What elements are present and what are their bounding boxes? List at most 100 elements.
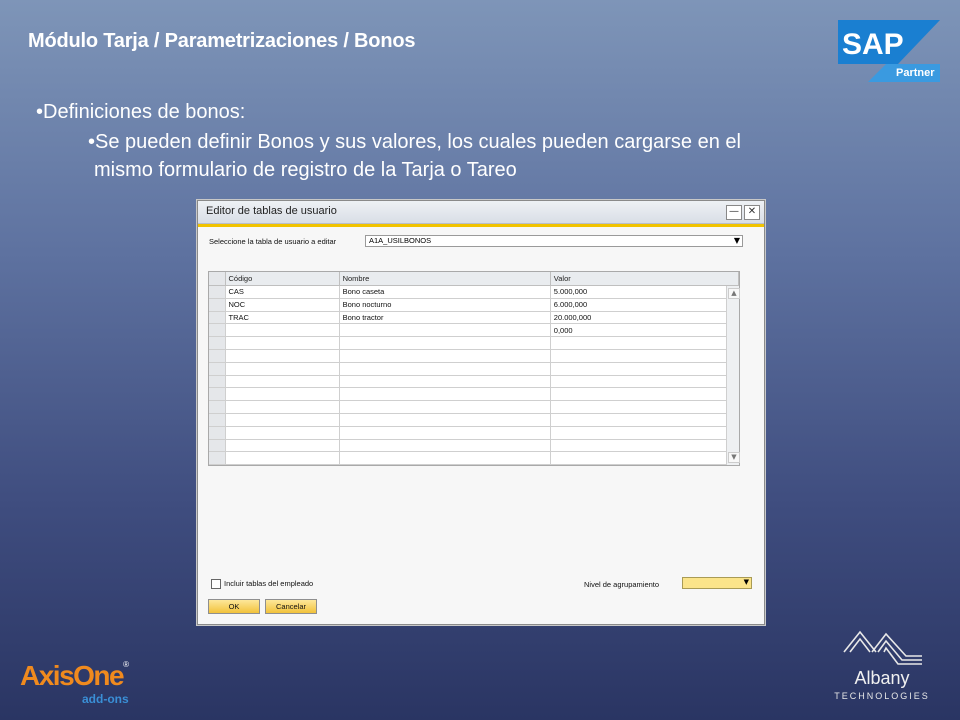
column-header-nombre[interactable]: Nombre: [339, 272, 551, 286]
cell-valor[interactable]: [550, 400, 740, 414]
row-header[interactable]: [209, 426, 226, 440]
row-header[interactable]: [209, 375, 226, 389]
cell-nombre[interactable]: Bono tractor: [339, 311, 551, 325]
user-table-editor-window: Editor de tablas de usuario — ✕ Seleccio…: [197, 200, 765, 625]
cell-codigo[interactable]: NOC: [225, 298, 340, 312]
axisone-name: AxisOne: [20, 660, 125, 691]
cell-codigo[interactable]: [225, 387, 340, 402]
cell-valor[interactable]: [550, 362, 740, 376]
cell-codigo[interactable]: TRAC: [225, 311, 340, 325]
cell-codigo[interactable]: [225, 413, 340, 427]
cancel-button[interactable]: Cancelar: [265, 599, 317, 614]
cell-nombre[interactable]: [339, 375, 551, 389]
axisone-logo: AxisOne® add-ons: [20, 660, 129, 706]
window-body: Seleccione la tabla de usuario a editar …: [198, 224, 764, 624]
cell-codigo[interactable]: CAS: [225, 285, 340, 299]
cell-valor[interactable]: [550, 349, 740, 363]
cell-valor[interactable]: [550, 413, 740, 427]
cell-nombre[interactable]: Bono nocturno: [339, 298, 551, 312]
row-header[interactable]: [209, 362, 226, 376]
grid-scrollbar[interactable]: ▲ ▼: [726, 286, 740, 465]
table-row[interactable]: [209, 336, 740, 350]
albany-mountain-icon: [843, 630, 922, 665]
cell-codigo[interactable]: [225, 375, 340, 389]
row-header[interactable]: [209, 413, 226, 427]
table-row[interactable]: [209, 426, 740, 440]
cell-codigo[interactable]: [225, 439, 340, 453]
cell-nombre[interactable]: [339, 387, 551, 402]
table-row[interactable]: [209, 400, 740, 414]
include-employee-tables-checkbox[interactable]: [211, 579, 221, 589]
table-row[interactable]: 0,000: [209, 323, 740, 338]
close-button[interactable]: ✕: [744, 205, 760, 220]
row-header[interactable]: [209, 451, 226, 466]
cell-nombre[interactable]: [339, 426, 551, 440]
slide-title: Módulo Tarja / Parametrizaciones / Bonos: [28, 30, 416, 52]
cell-codigo[interactable]: [225, 451, 340, 466]
scroll-down-icon[interactable]: ▼: [728, 452, 740, 463]
row-header-corner: [209, 272, 226, 286]
svg-text:Partner: Partner: [896, 67, 935, 79]
ok-button[interactable]: OK: [208, 599, 260, 614]
window-titlebar[interactable]: Editor de tablas de usuario — ✕: [198, 201, 764, 224]
cell-nombre[interactable]: [339, 323, 551, 338]
cell-valor[interactable]: [550, 451, 740, 466]
row-header[interactable]: [209, 400, 226, 414]
cell-nombre[interactable]: [339, 439, 551, 453]
table-row[interactable]: [209, 451, 740, 466]
row-header[interactable]: [209, 285, 226, 299]
table-row[interactable]: [209, 375, 740, 389]
cell-valor[interactable]: [550, 336, 740, 350]
cell-codigo[interactable]: [225, 400, 340, 414]
cell-nombre[interactable]: [339, 451, 551, 466]
cell-valor[interactable]: [550, 439, 740, 453]
cell-codigo[interactable]: [225, 426, 340, 440]
bullet-definitions: •Definiciones de bonos:: [36, 101, 246, 123]
cell-valor[interactable]: 0,000: [550, 323, 740, 338]
table-select-value: A1A_USILBONOS: [369, 236, 432, 245]
cell-nombre[interactable]: [339, 362, 551, 376]
row-header[interactable]: [209, 336, 226, 350]
cell-codigo[interactable]: [225, 349, 340, 363]
row-header[interactable]: [209, 439, 226, 453]
include-employee-tables-label: Incluir tablas del empleado: [224, 579, 314, 588]
grouping-level-dropdown[interactable]: ▼: [682, 577, 752, 589]
minimize-button[interactable]: —: [726, 205, 742, 220]
row-header[interactable]: [209, 349, 226, 363]
row-header[interactable]: [209, 323, 226, 338]
table-select-dropdown[interactable]: A1A_USILBONOS ▼: [365, 235, 743, 247]
cell-valor[interactable]: [550, 387, 740, 402]
cell-nombre[interactable]: [339, 400, 551, 414]
cell-nombre[interactable]: [339, 413, 551, 427]
column-header-valor[interactable]: Valor: [550, 272, 740, 286]
table-row[interactable]: [209, 439, 740, 453]
table-row[interactable]: NOC Bono nocturno 6.000,000: [209, 298, 740, 312]
cell-valor[interactable]: [550, 375, 740, 389]
row-header[interactable]: [209, 387, 226, 402]
table-row[interactable]: [209, 413, 740, 427]
table-row[interactable]: [209, 349, 740, 363]
dropdown-arrow-icon[interactable]: ▼: [734, 236, 740, 246]
cell-codigo[interactable]: [225, 336, 340, 350]
cell-valor[interactable]: 20.000,000: [550, 311, 740, 325]
table-row[interactable]: [209, 387, 740, 402]
table-row[interactable]: CAS Bono caseta 5.000,000: [209, 285, 740, 299]
column-header-codigo[interactable]: Código: [225, 272, 340, 286]
dropdown-arrow-icon[interactable]: ▼: [744, 578, 749, 586]
row-header[interactable]: [209, 298, 226, 312]
table-row[interactable]: [209, 362, 740, 376]
albany-subtitle: TECHNOLOGIES: [834, 691, 930, 701]
cell-valor[interactable]: [550, 426, 740, 440]
cell-valor[interactable]: 6.000,000: [550, 298, 740, 312]
cell-codigo[interactable]: [225, 323, 340, 338]
cell-codigo[interactable]: [225, 362, 340, 376]
row-header[interactable]: [209, 311, 226, 325]
cell-nombre[interactable]: [339, 336, 551, 350]
bullet-description-line2: mismo formulario de registro de la Tarja…: [94, 159, 517, 181]
cell-valor[interactable]: 5.000,000: [550, 285, 740, 299]
cell-nombre[interactable]: [339, 349, 551, 363]
scroll-up-icon[interactable]: ▲: [728, 288, 740, 299]
table-row[interactable]: TRAC Bono tractor 20.000,000: [209, 311, 740, 325]
cell-nombre[interactable]: Bono caseta: [339, 285, 551, 299]
sap-partner-logo: SAP Partner: [838, 20, 940, 82]
